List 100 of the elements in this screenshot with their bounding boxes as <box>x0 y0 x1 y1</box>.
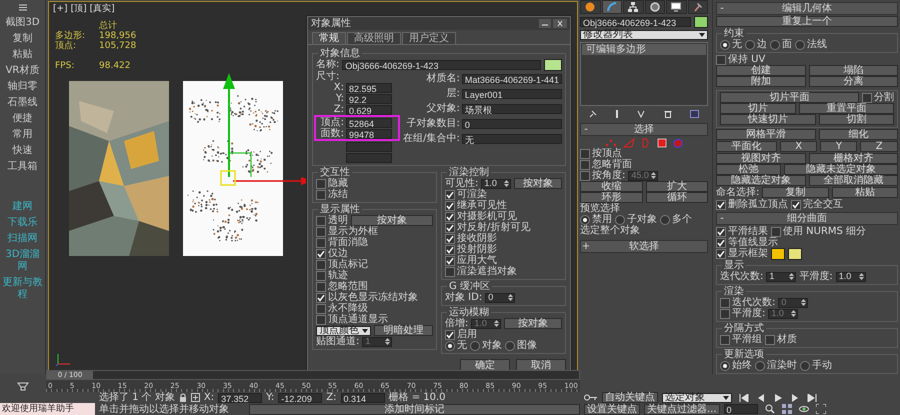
command-button[interactable]: 创建 <box>716 65 806 76</box>
radio-button[interactable] <box>580 214 590 224</box>
sidebar-item[interactable]: 常用 <box>0 129 44 141</box>
checkbox[interactable] <box>316 238 326 248</box>
checkbox[interactable] <box>771 226 781 236</box>
command-button[interactable]: 栅格对齐 <box>808 153 898 164</box>
checkbox[interactable] <box>720 308 730 318</box>
input-field[interactable]: 无 <box>462 134 562 144</box>
sidebar-item[interactable]: 下载乐 <box>0 217 44 229</box>
command-button[interactable]: 按对象 <box>514 178 562 189</box>
checkbox[interactable] <box>316 292 326 302</box>
key-icon[interactable] <box>584 394 598 401</box>
bin-icon[interactable] <box>664 110 672 118</box>
input-field[interactable]: 92.2 <box>346 94 392 104</box>
command-button[interactable]: 切割 <box>818 114 894 125</box>
command-button[interactable]: 隐藏选定对象 <box>716 175 806 186</box>
coordinate-field[interactable]: 0.314 <box>340 392 385 402</box>
crosshair-icon[interactable] <box>190 393 200 402</box>
command-button[interactable]: 全部取消隐藏 <box>808 175 898 186</box>
sidebar-item[interactable]: 粘贴 <box>0 49 44 61</box>
checkbox[interactable] <box>316 270 326 280</box>
checkbox[interactable] <box>862 92 872 102</box>
checkbox[interactable] <box>445 222 455 232</box>
skip-end-icon[interactable] <box>807 394 817 402</box>
checkbox[interactable] <box>720 298 730 308</box>
color-swatch[interactable] <box>544 58 562 70</box>
panel-tab[interactable] <box>644 0 665 14</box>
sidebar-item[interactable]: 石墨线 <box>0 97 44 109</box>
radio-button[interactable] <box>505 340 515 350</box>
object-name-field[interactable]: Obj3666-406269-1-423 <box>580 16 691 26</box>
command-button[interactable]: 网格平滑 <box>716 129 816 140</box>
input-field[interactable]: 0 <box>462 118 562 128</box>
command-button[interactable]: 循环 <box>646 192 708 203</box>
checkbox[interactable] <box>580 160 590 170</box>
orbit-icon[interactable] <box>798 404 809 414</box>
radio-button[interactable] <box>615 214 625 224</box>
checkbox[interactable] <box>716 248 726 258</box>
command-button[interactable]: 收缩 <box>580 181 642 192</box>
sidebar-item[interactable]: 扫描网 <box>0 233 44 245</box>
checkbox[interactable] <box>316 282 326 292</box>
input-field[interactable]: 52864 <box>346 118 392 128</box>
input-field[interactable] <box>346 142 392 152</box>
viewport-label[interactable]: [真实] <box>90 4 115 15</box>
checkbox[interactable] <box>316 248 326 258</box>
checkbox[interactable] <box>445 234 455 244</box>
radio-button[interactable] <box>755 360 765 370</box>
command-button[interactable]: 重置平面 <box>798 103 894 114</box>
spinner-field[interactable]: 0 <box>485 292 516 302</box>
command-button[interactable]: 细化 <box>818 129 898 140</box>
minimize-icon[interactable] <box>539 19 551 28</box>
sidebar-item[interactable]: 建网 <box>0 201 44 213</box>
checkbox[interactable] <box>445 330 455 340</box>
checkbox[interactable] <box>316 178 326 188</box>
sidebar-item[interactable]: VR材质 <box>0 65 44 77</box>
viewport-label[interactable]: [顶] <box>70 4 87 15</box>
checkbox[interactable] <box>765 334 775 344</box>
checkbox[interactable] <box>580 148 590 158</box>
input-field[interactable] <box>346 152 392 162</box>
checkbox[interactable] <box>716 200 726 210</box>
command-button[interactable]: 按对象 <box>504 318 562 329</box>
panel-tab[interactable] <box>666 0 686 14</box>
checkbox[interactable] <box>316 314 326 324</box>
command-button[interactable]: 松弛 <box>716 164 780 175</box>
menu-icon[interactable] <box>18 4 26 11</box>
command-button[interactable]: 隐藏未选定对象 <box>784 164 898 175</box>
step-back-icon[interactable] <box>756 394 766 402</box>
command-button[interactable]: 快速切片 <box>720 114 816 125</box>
close-icon[interactable] <box>553 19 567 28</box>
input-field[interactable]: 82.595 <box>346 82 392 92</box>
key-filters-button[interactable]: 关键点过滤器... <box>644 404 720 414</box>
play-icon[interactable] <box>773 394 783 402</box>
command-button[interactable]: 按对象 <box>351 215 433 226</box>
command-button[interactable]: 扩大 <box>646 181 708 192</box>
input-field[interactable]: Layer001 <box>462 88 562 98</box>
color-swatch[interactable] <box>788 248 802 260</box>
checkbox[interactable] <box>316 226 326 236</box>
command-button[interactable]: Y <box>820 141 858 152</box>
viewport-label[interactable]: [+] <box>53 4 68 15</box>
command-button[interactable]: 明暗处理 <box>374 325 433 336</box>
sidebar-item[interactable]: 便捷 <box>0 113 44 125</box>
checkbox[interactable] <box>445 244 455 254</box>
tab[interactable]: 高级照明 <box>347 32 401 44</box>
color-swatch[interactable] <box>771 248 785 260</box>
checkbox[interactable] <box>445 256 455 266</box>
checkbox[interactable] <box>716 226 726 236</box>
frame-field[interactable]: 0 <box>724 404 758 414</box>
spinner-field[interactable]: 1.0 <box>836 272 866 282</box>
command-button[interactable]: 切片 <box>720 103 796 114</box>
grid-squares-icon[interactable] <box>782 404 792 414</box>
radio-button[interactable] <box>720 40 730 50</box>
sidebar-item[interactable]: 工具箱 <box>0 161 44 173</box>
timeline-config-icon[interactable] <box>17 382 29 390</box>
checkbox[interactable] <box>445 200 455 210</box>
lock-icon[interactable] <box>178 393 187 402</box>
command-button[interactable]: 附加 <box>716 76 806 87</box>
checkbox[interactable] <box>316 260 326 270</box>
command-button[interactable]: 重复上一个 <box>716 16 898 27</box>
radio-button[interactable] <box>770 40 780 50</box>
spinner-field[interactable]: 1 <box>766 272 796 282</box>
magnifier-icon[interactable] <box>764 404 775 414</box>
